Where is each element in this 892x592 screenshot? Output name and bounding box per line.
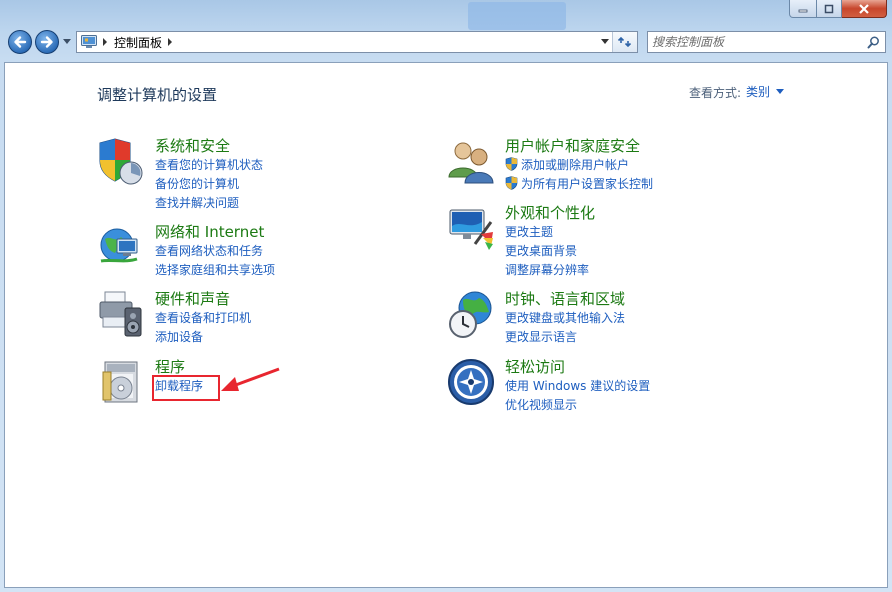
printer-speaker-icon[interactable] bbox=[97, 290, 147, 340]
uac-shield-icon bbox=[505, 157, 518, 171]
link-troubleshoot[interactable]: 查找并解决问题 bbox=[155, 194, 239, 211]
category-title-programs[interactable]: 程序 bbox=[155, 356, 185, 377]
link-change-display-language[interactable]: 更改显示语言 bbox=[505, 328, 577, 345]
control-panel-icon bbox=[81, 35, 97, 48]
arrow-right-icon bbox=[40, 36, 53, 48]
chevron-down-icon[interactable] bbox=[776, 89, 784, 94]
annotation-arrow-icon bbox=[221, 367, 280, 391]
page-title: 调整计算机的设置 bbox=[97, 86, 218, 104]
recent-pages-dropdown[interactable] bbox=[63, 39, 71, 44]
link-windows-recommended-settings[interactable]: 使用 Windows 建议的设置 bbox=[505, 377, 650, 394]
programs-cd-icon[interactable] bbox=[97, 358, 147, 408]
link-add-remove-accounts-label[interactable]: 添加或删除用户帐户 bbox=[521, 158, 629, 172]
category-title-hardware-sound[interactable]: 硬件和声音 bbox=[155, 288, 230, 309]
ease-of-access-icon[interactable] bbox=[447, 358, 497, 408]
breadcrumb-separator bbox=[103, 38, 107, 46]
link-view-network-status[interactable]: 查看网络状态和任务 bbox=[155, 242, 263, 259]
window-caption-buttons bbox=[789, 0, 887, 18]
users-icon[interactable] bbox=[447, 137, 497, 187]
content-pane: 调整计算机的设置 查看方式: 类别 系统和安全 查看您的计算机状态 备份您的计算… bbox=[4, 62, 888, 588]
link-homegroup-sharing[interactable]: 选择家庭组和共享选项 bbox=[155, 261, 275, 278]
link-add-remove-accounts[interactable]: 添加或删除用户帐户 bbox=[505, 156, 629, 173]
link-adjust-resolution[interactable]: 调整屏幕分辨率 bbox=[505, 261, 589, 278]
shield-icon[interactable] bbox=[97, 137, 147, 187]
link-view-devices-printers[interactable]: 查看设备和打印机 bbox=[155, 309, 251, 326]
view-by-value[interactable]: 类别 bbox=[746, 83, 770, 100]
category-title-appearance[interactable]: 外观和个性化 bbox=[505, 202, 595, 223]
view-by-label: 查看方式: bbox=[688, 86, 741, 100]
link-parental-controls-label[interactable]: 为所有用户设置家长控制 bbox=[521, 177, 653, 191]
maximize-button[interactable] bbox=[817, 0, 842, 18]
address-history-dropdown[interactable] bbox=[601, 39, 609, 44]
search-box[interactable] bbox=[647, 31, 886, 53]
background-button-ghost bbox=[468, 2, 566, 30]
category-title-ease-of-access[interactable]: 轻松访问 bbox=[505, 356, 565, 377]
category-title-network-internet[interactable]: 网络和 Internet bbox=[155, 221, 264, 242]
link-backup-computer[interactable]: 备份您的计算机 bbox=[155, 175, 239, 192]
link-optimize-visual-display[interactable]: 优化视频显示 bbox=[505, 396, 577, 413]
network-globe-icon[interactable] bbox=[97, 223, 147, 273]
address-bar[interactable]: 控制面板 bbox=[76, 31, 638, 53]
annotation-highlight-box bbox=[152, 375, 220, 401]
search-icon[interactable] bbox=[864, 33, 882, 51]
link-change-input-methods[interactable]: 更改键盘或其他输入法 bbox=[505, 309, 625, 326]
link-view-computer-status[interactable]: 查看您的计算机状态 bbox=[155, 156, 263, 173]
refresh-icon bbox=[617, 36, 632, 48]
monitor-paint-icon[interactable] bbox=[447, 204, 497, 254]
search-input[interactable] bbox=[652, 33, 864, 51]
globe-clock-icon[interactable] bbox=[447, 290, 497, 340]
link-parental-controls[interactable]: 为所有用户设置家长控制 bbox=[505, 175, 653, 192]
close-button[interactable] bbox=[842, 0, 887, 18]
breadcrumb-control-panel[interactable]: 控制面板 bbox=[114, 34, 162, 51]
category-title-clock-language[interactable]: 时钟、语言和区域 bbox=[505, 288, 625, 309]
link-add-device[interactable]: 添加设备 bbox=[155, 328, 203, 345]
back-button[interactable] bbox=[8, 30, 32, 54]
category-title-system-security[interactable]: 系统和安全 bbox=[155, 135, 230, 156]
category-title-user-accounts[interactable]: 用户帐户和家庭安全 bbox=[505, 135, 640, 156]
close-icon bbox=[859, 3, 869, 14]
view-by-dropdown[interactable]: 类别 bbox=[746, 83, 784, 100]
link-change-desktop-background[interactable]: 更改桌面背景 bbox=[505, 242, 577, 259]
link-change-theme[interactable]: 更改主题 bbox=[505, 223, 553, 240]
arrow-left-icon bbox=[14, 36, 27, 48]
forward-button[interactable] bbox=[35, 30, 59, 54]
minimize-icon bbox=[798, 9, 808, 12]
refresh-button[interactable] bbox=[612, 32, 637, 52]
minimize-button[interactable] bbox=[789, 0, 817, 18]
maximize-icon bbox=[824, 4, 834, 13]
breadcrumb-separator[interactable] bbox=[168, 38, 173, 46]
uac-shield-icon bbox=[505, 176, 518, 190]
